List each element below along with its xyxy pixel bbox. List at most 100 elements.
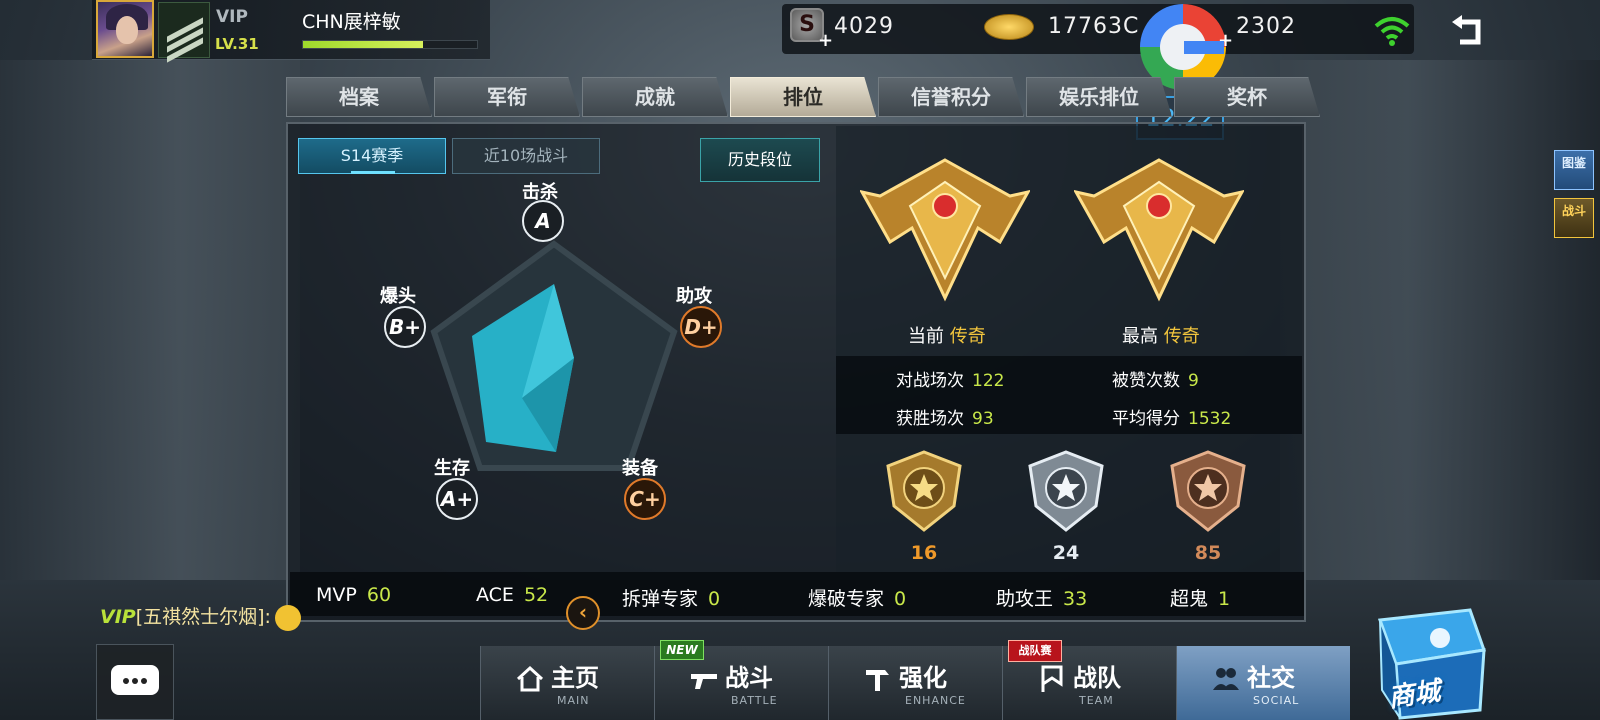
radar-grade-equip: C+ — [624, 478, 666, 520]
side-tab-battle[interactable]: 战斗 — [1554, 198, 1594, 238]
assist-king-label: 助攻王 — [996, 588, 1054, 610]
battles-label: 对战场次 — [896, 371, 964, 391]
defuse-expert-value: 0 — [708, 588, 721, 610]
highest-rank-emblem-icon — [1074, 158, 1244, 302]
side-tab-archive[interactable]: 图鉴 — [1554, 150, 1594, 190]
battles-value: 122 — [972, 371, 1005, 391]
chat-text: [五祺然士尔烟]: — [135, 606, 271, 628]
gold-coin-icon — [984, 14, 1034, 40]
likes-label: 被赞次数 — [1112, 371, 1180, 391]
tab-military-rank[interactable]: 军衔 — [434, 77, 580, 117]
add-s-currency-icon[interactable]: + — [818, 30, 833, 51]
radar-label-equip: 装备 — [622, 458, 658, 479]
season-button[interactable]: S14赛季 — [298, 138, 446, 174]
mvp-stat: MVP 60 — [316, 584, 391, 606]
mvp-value: 60 — [366, 584, 392, 606]
bronze-medal-count: 85 — [1194, 542, 1222, 564]
nav-social-label: 社交 — [1247, 664, 1295, 692]
nav-battle-label: 战斗 — [725, 664, 773, 692]
tab-bar: 档案 军衔 成就 排位 信誉积分 娱乐排位 奖杯 — [286, 77, 1322, 117]
assist-king-value: 33 — [1063, 588, 1088, 610]
sleepy-emoji-icon — [274, 604, 301, 631]
avg-score-value: 1532 — [1188, 409, 1232, 429]
highest-rank: 最高 传奇 — [1122, 322, 1200, 348]
radar-grade-kill: A — [522, 200, 564, 242]
player-name: CHN展梓敏 — [302, 11, 401, 33]
nav-battle-sub: BATTLE — [731, 694, 778, 707]
ace-label: ACE — [476, 584, 514, 606]
nav-enhance[interactable]: 强化 ENHANCE — [828, 646, 1002, 720]
tab-archive[interactable]: 档案 — [286, 77, 432, 117]
wifi-icon — [1374, 17, 1410, 46]
nav-team-sub: TEAM — [1079, 694, 1114, 707]
player-level: LV.31 — [215, 35, 259, 53]
xp-bar-fill — [303, 41, 424, 48]
nav-enhance-label: 强化 — [899, 664, 947, 692]
bottom-nav: 主页 MAIN 战斗 BATTLE 强化 ENHANCE 战队 TEAM 社交 … — [480, 646, 1352, 720]
battles-stat: 对战场次 122 — [896, 366, 1004, 391]
nav-main[interactable]: 主页 MAIN — [480, 646, 654, 720]
highest-rank-value: 传奇 — [1163, 326, 1200, 347]
nav-social[interactable]: 社交 SOCIAL — [1176, 646, 1350, 720]
assist-king-stat: 助攻王 33 — [996, 584, 1087, 611]
current-rank-emblem-icon — [860, 158, 1030, 302]
nav-main-sub: MAIN — [557, 694, 590, 707]
chat-vip-tag: VIP — [100, 606, 136, 628]
radar-grade-assist: D+ — [680, 306, 722, 348]
mvp-label: MVP — [316, 584, 357, 606]
current-rank: 当前 传奇 — [908, 322, 986, 348]
background-left-wall — [0, 60, 300, 660]
history-rank-button[interactable]: 历史段位 — [700, 138, 820, 182]
radar-grade-headshot: B+ — [384, 306, 426, 348]
shop-label: 商城 — [1386, 676, 1443, 714]
nav-main-label: 主页 — [551, 664, 599, 692]
super-ghost-stat: 超鬼 1 — [1170, 584, 1230, 611]
tab-fun-ranking[interactable]: 娱乐排位 — [1026, 77, 1172, 117]
hammer-icon — [866, 670, 889, 691]
current-rank-value: 传奇 — [949, 326, 986, 347]
radar-label-assist: 助攻 — [676, 286, 712, 307]
collapse-chevron-icon[interactable]: ‹ — [566, 596, 600, 630]
blast-expert-value: 0 — [894, 588, 907, 610]
home-icon — [516, 665, 544, 692]
wins-stat: 获胜场次 93 — [896, 404, 994, 429]
flag-icon — [1041, 665, 1063, 692]
gold-medal-count: 16 — [910, 542, 938, 564]
back-arrow-icon[interactable] — [1448, 12, 1488, 52]
player-avatar[interactable] — [96, 0, 154, 58]
chat-button[interactable] — [96, 644, 174, 720]
current-rank-label: 当前 — [908, 326, 944, 347]
recent-battles-button[interactable]: 近10场战斗 — [452, 138, 600, 174]
avg-score-label: 平均得分 — [1112, 409, 1180, 429]
super-ghost-value: 1 — [1218, 588, 1231, 610]
s-currency-value: 4029 — [834, 14, 894, 39]
team-match-badge: 战队赛 — [1008, 640, 1062, 662]
radar-label-headshot: 爆头 — [380, 286, 416, 307]
tab-achievements[interactable]: 成就 — [582, 77, 728, 117]
honor-stats-row — [290, 572, 1304, 616]
radar-chart — [430, 240, 678, 471]
vip-label: VIP — [216, 7, 248, 27]
nav-team-label: 战队 — [1073, 664, 1121, 692]
xp-bar — [302, 40, 478, 49]
ace-value: 52 — [523, 584, 549, 606]
defuse-expert-stat: 拆弹专家 0 — [622, 584, 720, 611]
silver-medal-icon — [1028, 450, 1104, 532]
wins-value: 93 — [972, 409, 994, 429]
radar-label-survive: 生存 — [434, 458, 470, 479]
tab-ranking[interactable]: 排位 — [730, 77, 876, 117]
blast-expert-label: 爆破专家 — [808, 588, 885, 610]
likes-stat: 被赞次数 9 — [1112, 366, 1199, 391]
gold-medal-icon — [886, 450, 962, 532]
chat-message[interactable]: VIP[五祺然士尔烟]: — [100, 602, 301, 631]
avg-score-stat: 平均得分 1532 — [1112, 404, 1231, 429]
new-badge: NEW — [660, 640, 704, 660]
ace-stat: ACE 52 — [476, 584, 548, 606]
super-ghost-label: 超鬼 — [1170, 588, 1209, 610]
tab-credit-points[interactable]: 信誉积分 — [878, 77, 1024, 117]
radar-grade-survive: A+ — [436, 478, 478, 520]
tab-trophies[interactable]: 奖杯 — [1174, 77, 1320, 117]
wins-label: 获胜场次 — [896, 409, 964, 429]
background-right-wall — [1280, 60, 1600, 660]
gun-icon — [691, 674, 717, 689]
